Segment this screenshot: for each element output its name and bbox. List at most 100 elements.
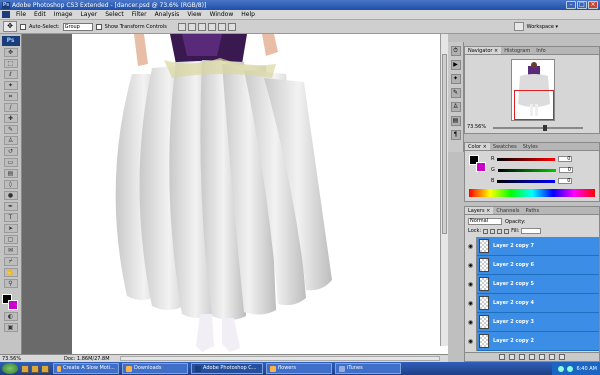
marquee-tool-icon[interactable]: ⬚ (3, 59, 18, 68)
navigator-zoom-slider[interactable] (493, 125, 583, 131)
align-left-icon[interactable] (207, 22, 216, 31)
layer-row[interactable]: ◉ Layer 2 copy 5 (465, 274, 599, 294)
quick-launch-icon[interactable] (31, 364, 39, 373)
tab-info[interactable]: Info (533, 47, 548, 54)
menu-analysis[interactable]: Analysis (151, 11, 184, 18)
minimize-button[interactable]: – (566, 1, 576, 9)
red-slider[interactable] (497, 157, 556, 161)
taskbar-item[interactable]: Adobe Photoshop C... (191, 363, 263, 374)
blue-value[interactable]: 0 (558, 178, 573, 184)
eyedropper-tool-icon[interactable]: ⌿ (3, 257, 18, 266)
move-tool-preset-icon[interactable]: ✥ (3, 21, 17, 32)
clock[interactable]: 6:40 AM (576, 366, 597, 372)
layer-row[interactable]: ◉ Layer 2 copy 6 (465, 255, 599, 275)
tab-color[interactable]: Color × (465, 143, 490, 150)
show-transform-checkbox[interactable] (95, 23, 102, 30)
image-canvas[interactable] (72, 34, 462, 354)
lock-transparent-icon[interactable] (483, 228, 489, 234)
adjustment-layer-icon[interactable] (529, 354, 535, 360)
navigator-zoom-value[interactable]: 73.56% (467, 124, 486, 130)
zoom-tool-icon[interactable]: ⚲ (3, 279, 18, 288)
start-button[interactable] (2, 363, 18, 374)
lock-position-icon[interactable] (497, 228, 503, 234)
clone-source-icon[interactable]: ♙ (450, 102, 461, 112)
path-selection-icon[interactable]: ➤ (3, 224, 18, 233)
align-right-icon[interactable] (227, 22, 236, 31)
menu-layer[interactable]: Layer (76, 11, 101, 18)
type-tool-icon[interactable]: T (3, 213, 18, 222)
paragraph-panel-icon[interactable]: ¶ (450, 130, 461, 140)
tab-histogram[interactable]: Histogram (501, 47, 533, 54)
green-value[interactable]: 0 (558, 167, 573, 173)
background-color-swatch[interactable] (7, 300, 18, 310)
tab-paths[interactable]: Paths (522, 207, 542, 214)
horizontal-scrollbar[interactable] (120, 356, 440, 361)
eraser-tool-icon[interactable]: ▭ (3, 158, 18, 167)
quick-launch-icon[interactable] (21, 364, 29, 373)
menu-help[interactable]: Help (237, 11, 259, 18)
fill-field[interactable] (521, 228, 542, 234)
workspace-menu[interactable]: Workspace ▾ (527, 24, 558, 30)
red-value[interactable]: 0 (558, 156, 573, 162)
tray-icon[interactable] (567, 365, 574, 372)
layer-row[interactable]: ◉ Layer 2 copy 3 (465, 312, 599, 332)
close-button[interactable]: × (588, 1, 598, 9)
lasso-tool-icon[interactable]: ℓ (3, 70, 18, 79)
visibility-eye-icon[interactable]: ◉ (465, 312, 477, 332)
blur-tool-icon[interactable]: ◊ (3, 180, 18, 189)
color-panel-background[interactable] (476, 162, 486, 172)
screen-mode-icon[interactable]: ▣ (3, 323, 18, 332)
tab-layers[interactable]: Layers × (465, 207, 494, 214)
menu-filter[interactable]: Filter (128, 11, 151, 18)
navigator-thumbnail[interactable] (511, 59, 555, 121)
align-middle-icon[interactable] (187, 22, 196, 31)
tray-icon[interactable] (558, 365, 565, 372)
menu-file[interactable]: File (12, 11, 30, 18)
menu-select[interactable]: Select (101, 11, 128, 18)
menu-edit[interactable]: Edit (30, 11, 50, 18)
align-bottom-icon[interactable] (197, 22, 206, 31)
layer-row[interactable]: ◉ Layer 2 copy 2 (465, 331, 599, 351)
color-spectrum-bar[interactable] (469, 189, 595, 197)
menu-image[interactable]: Image (50, 11, 77, 18)
history-panel-icon[interactable]: ⏱ (450, 46, 461, 56)
quick-mask-icon[interactable]: ◐ (3, 312, 18, 321)
visibility-eye-icon[interactable]: ◉ (465, 331, 477, 351)
color-panel-swatches[interactable] (469, 155, 487, 173)
layer-style-icon[interactable] (509, 354, 515, 360)
taskbar-item[interactable]: Create A Slow Moti... (53, 363, 119, 374)
layer-row[interactable]: ◉ Layer 2 copy 4 (465, 293, 599, 313)
new-layer-icon[interactable] (549, 354, 555, 360)
menu-view[interactable]: View (183, 11, 205, 18)
vertical-scrollbar[interactable] (440, 34, 448, 346)
tab-channels[interactable]: Channels (493, 207, 522, 214)
link-layers-icon[interactable] (499, 354, 505, 360)
menu-window[interactable]: Window (206, 11, 238, 18)
delete-layer-icon[interactable] (559, 354, 565, 360)
tab-styles[interactable]: Styles (520, 143, 541, 150)
blue-slider[interactable] (497, 179, 556, 183)
visibility-eye-icon[interactable]: ◉ (465, 255, 477, 275)
align-top-icon[interactable] (177, 22, 186, 31)
brushes-panel-icon[interactable]: ✎ (450, 88, 461, 98)
new-group-icon[interactable] (539, 354, 545, 360)
visibility-eye-icon[interactable]: ◉ (465, 236, 477, 256)
zoom-slider-knob[interactable] (543, 125, 547, 131)
healing-brush-icon[interactable]: ✚ (3, 114, 18, 123)
align-center-icon[interactable] (217, 22, 226, 31)
magic-wand-tool-icon[interactable]: ✦ (3, 81, 18, 90)
gradient-tool-icon[interactable]: ▤ (3, 169, 18, 178)
pen-tool-icon[interactable]: ✒ (3, 202, 18, 211)
move-tool-icon[interactable]: ✥ (3, 48, 18, 57)
crop-tool-icon[interactable]: ⌗ (3, 92, 18, 101)
dodge-tool-icon[interactable]: ● (3, 191, 18, 200)
brush-tool-icon[interactable]: ✎ (3, 125, 18, 134)
layer-mask-icon[interactable] (519, 354, 525, 360)
tab-navigator[interactable]: Navigator × (465, 47, 502, 54)
blend-mode-dropdown[interactable]: Normal (468, 218, 502, 225)
auto-select-dropdown[interactable]: Group (62, 22, 93, 31)
workspace-icon[interactable] (513, 22, 524, 31)
zoom-level[interactable]: 73.56% (0, 356, 24, 362)
layer-comps-icon[interactable]: ▤ (450, 116, 461, 126)
taskbar-item[interactable]: flowers (266, 363, 332, 374)
